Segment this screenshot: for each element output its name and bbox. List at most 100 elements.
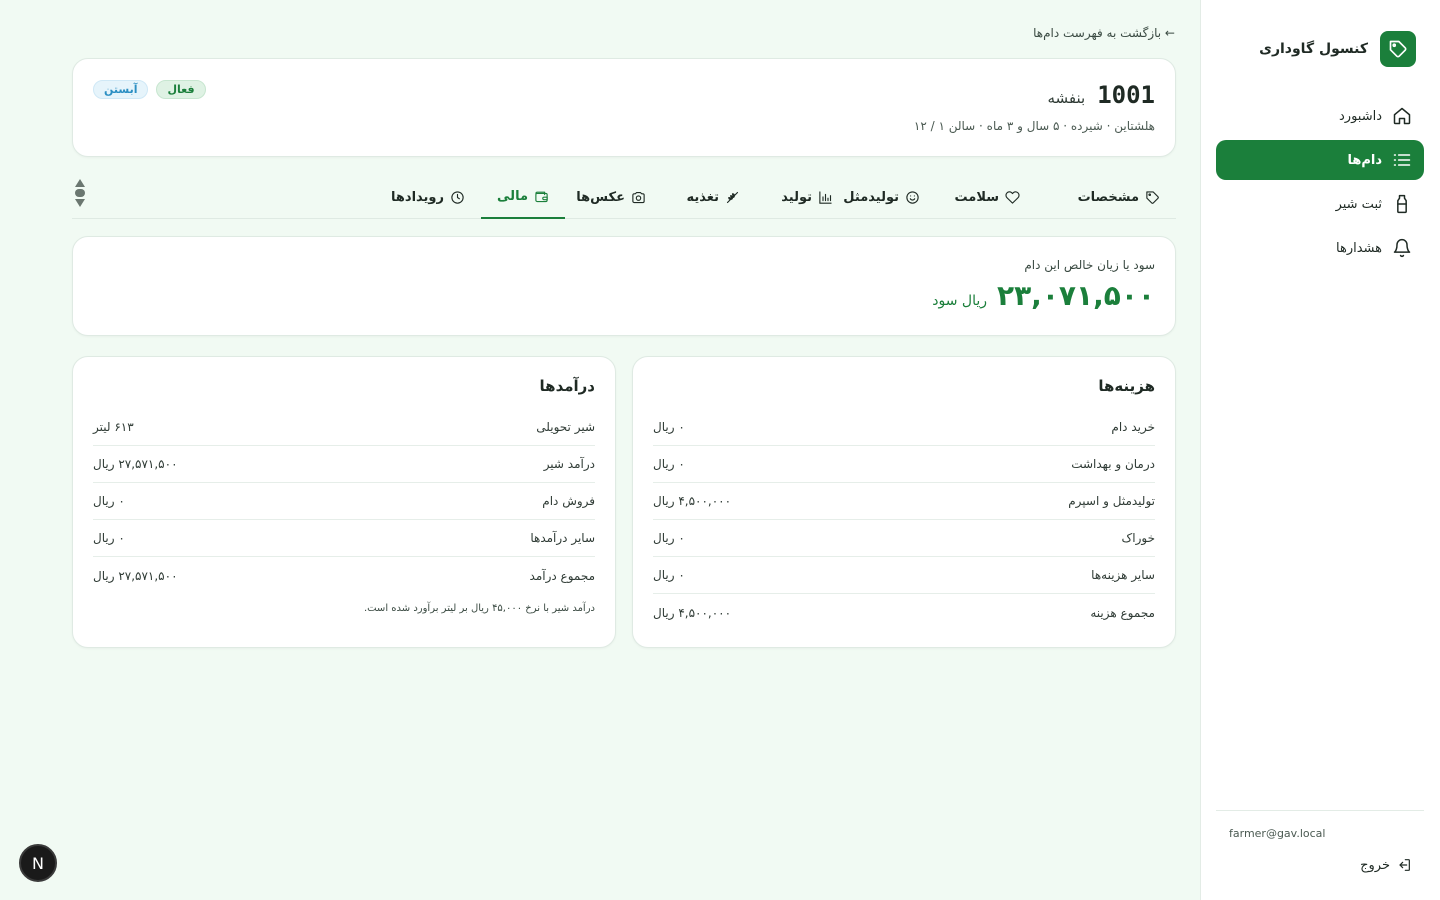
sidebar-divider: [1216, 810, 1424, 811]
row-label: تولیدمثل و اسپرم: [1068, 494, 1155, 508]
row-label: مجموع هزینه: [1090, 605, 1155, 620]
costs-card: هزینه‌ها خرید دام ۰ ریال درمان و بهداشت ۰ …: [632, 356, 1176, 648]
animal-info: هلشتاین · شیرده · ۵ سال و ۳ ماه · سالن ۱…: [913, 119, 1155, 133]
tab-specs[interactable]: مشخصات: [1062, 175, 1176, 219]
row-value: ۰ ریال: [653, 531, 685, 545]
tab-label: تولید: [781, 189, 812, 205]
list-item: خوراک ۰ ریال: [653, 520, 1155, 557]
list-item: خرید دام ۰ ریال: [653, 409, 1155, 446]
row-value: ۴,۵۰۰,۰۰۰ ریال: [653, 605, 732, 620]
row-value: ۰ ریال: [653, 420, 685, 434]
tab-label: عکس‌ها: [576, 189, 625, 205]
sidebar-item-label: هشدارها: [1336, 240, 1382, 256]
row-value: ۶۱۳ لیتر: [93, 420, 134, 434]
tab-label: رویدادها: [391, 189, 444, 205]
row-label: فروش دام: [542, 494, 595, 508]
caret-up-icon[interactable]: [75, 179, 85, 187]
bar-chart-icon: [819, 190, 832, 204]
list-item: فروش دام ۰ ریال: [93, 483, 595, 520]
animal-id: 1001: [1097, 81, 1155, 109]
incomes-card: درآمدها شیر تحویلی ۶۱۳ لیتر درآمد شیر ۲۷,۵…: [72, 356, 616, 648]
brand[interactable]: کنسول گاوداری: [1259, 31, 1416, 67]
scroll-thumb-icon: [75, 189, 85, 197]
row-label: شیر تحویلی: [536, 420, 595, 434]
list-item: شیر تحویلی ۶۱۳ لیتر: [93, 409, 595, 446]
camera-icon: [632, 191, 645, 203]
tab-finance[interactable]: مالی: [481, 175, 565, 219]
tag-logo-icon: [1380, 31, 1416, 67]
logout-label: خروج: [1360, 857, 1390, 873]
sidebar-item-label: دام‌ها: [1347, 152, 1382, 168]
row-value: ۰ ریال: [93, 531, 125, 545]
tab-events[interactable]: رویدادها: [375, 175, 481, 219]
user-email: farmer@gav.local: [1229, 827, 1326, 840]
row-label: درمان و بهداشت: [1071, 457, 1155, 471]
heart-icon: [1005, 190, 1020, 204]
brand-name: کنسول گاوداری: [1259, 41, 1368, 57]
list-item: مجموع درآمد ۲۷,۵۷۱,۵۰۰ ریال: [93, 557, 595, 594]
tab-photos[interactable]: عکس‌ها: [560, 175, 662, 219]
list-item: درآمد شیر ۲۷,۵۷۱,۵۰۰ ریال: [93, 446, 595, 483]
profit-card: سود یا زیان خالص این دام ۲۳,۰۷۱,۵۰۰ ریال…: [72, 236, 1176, 336]
profit-label: سود یا زیان خالص این دام: [1024, 258, 1155, 272]
sidebar-item-dashboard[interactable]: داشبورد: [1216, 96, 1424, 136]
tab-label: مالی: [497, 188, 528, 204]
home-icon: [1393, 107, 1411, 125]
profit-value: ۲۳,۰۷۱,۵۰۰: [997, 279, 1155, 312]
row-value: ۰ ریال: [653, 457, 685, 471]
pregnant-badge: آبستن: [93, 80, 149, 99]
caret-down-icon[interactable]: [75, 199, 85, 207]
tab-label: سلامت: [954, 189, 999, 205]
tabs-scroll-control[interactable]: [72, 179, 88, 207]
list-icon: [1393, 154, 1411, 166]
row-label: درآمد شیر: [543, 457, 595, 471]
tab-health[interactable]: سلامت: [939, 175, 1036, 219]
active-badge: فعال: [156, 80, 206, 99]
row-label: خوراک: [1121, 531, 1156, 545]
animal-name: بنفشه: [1047, 89, 1086, 107]
sidebar-item-milk-record[interactable]: ثبت شیر: [1216, 184, 1424, 224]
dev-tools-badge[interactable]: N: [19, 844, 57, 882]
back-to-animals-link[interactable]: ← بازگشت به فهرست دام‌ها: [1033, 26, 1175, 40]
row-label: مجموع درآمد: [529, 568, 595, 583]
bell-icon: [1393, 238, 1411, 258]
list-item: درمان و بهداشت ۰ ریال: [653, 446, 1155, 483]
profit-unit: ریال سود: [932, 293, 987, 309]
sidebar: کنسول گاوداری داشبورد دام‌ها ثبت شیر هشد…: [1200, 0, 1440, 900]
sidebar-nav: داشبورد دام‌ها ثبت شیر هشدارها: [1216, 96, 1424, 272]
row-label: خرید دام: [1111, 420, 1155, 434]
list-item: سایر هزینه‌ها ۰ ریال: [653, 557, 1155, 594]
sidebar-item-animals[interactable]: دام‌ها: [1216, 140, 1424, 180]
logout-icon: [1399, 859, 1410, 871]
status-badges: آبستن فعال: [93, 80, 206, 99]
tab-nutrition[interactable]: تغذیه: [671, 175, 757, 219]
profit-row: ۲۳,۰۷۱,۵۰۰ ریال سود: [932, 279, 1155, 312]
row-label: سایر درآمدها: [530, 531, 595, 545]
incomes-list: شیر تحویلی ۶۱۳ لیتر درآمد شیر ۲۷,۵۷۱,۵۰۰ ر…: [93, 409, 595, 594]
wallet-icon: [535, 191, 548, 202]
row-value: ۴,۵۰۰,۰۰۰ ریال: [653, 494, 732, 508]
costs-list: خرید دام ۰ ریال درمان و بهداشت ۰ ریال تولی…: [653, 409, 1155, 631]
row-value: ۰ ریال: [653, 568, 685, 582]
incomes-title: درآمدها: [539, 377, 595, 395]
row-value: ۰ ریال: [93, 494, 125, 508]
row-label: سایر هزینه‌ها: [1091, 568, 1155, 582]
list-item: سایر درآمدها ۰ ریال: [93, 520, 595, 557]
smile-icon: [906, 190, 919, 204]
tag-icon: [1146, 190, 1159, 204]
list-item: تولیدمثل و اسپرم ۴,۵۰۰,۰۰۰ ریال: [653, 483, 1155, 520]
milk-income-note: درآمد شیر با نرخ ۴۵,۰۰۰ ریال بر لیتر برآ…: [363, 603, 595, 614]
animal-title: 1001 بنفشه: [1047, 81, 1155, 109]
sidebar-item-label: داشبورد: [1339, 108, 1382, 124]
bottle-icon: [1397, 194, 1407, 214]
tab-production[interactable]: تولید: [765, 175, 849, 219]
tab-label: تولیدمثل: [843, 189, 899, 205]
sidebar-item-label: ثبت شیر: [1335, 196, 1382, 212]
list-item: مجموع هزینه ۴,۵۰۰,۰۰۰ ریال: [653, 594, 1155, 631]
tab-label: تغذیه: [686, 189, 720, 205]
animal-header-card: 1001 بنفشه هلشتاین · شیرده · ۵ سال و ۳ م…: [72, 58, 1176, 157]
sidebar-item-alerts[interactable]: هشدارها: [1216, 228, 1424, 268]
costs-title: هزینه‌ها: [1098, 377, 1155, 395]
row-value: ۲۷,۵۷۱,۵۰۰ ریال: [93, 568, 178, 583]
logout-button[interactable]: خروج: [1360, 857, 1412, 873]
